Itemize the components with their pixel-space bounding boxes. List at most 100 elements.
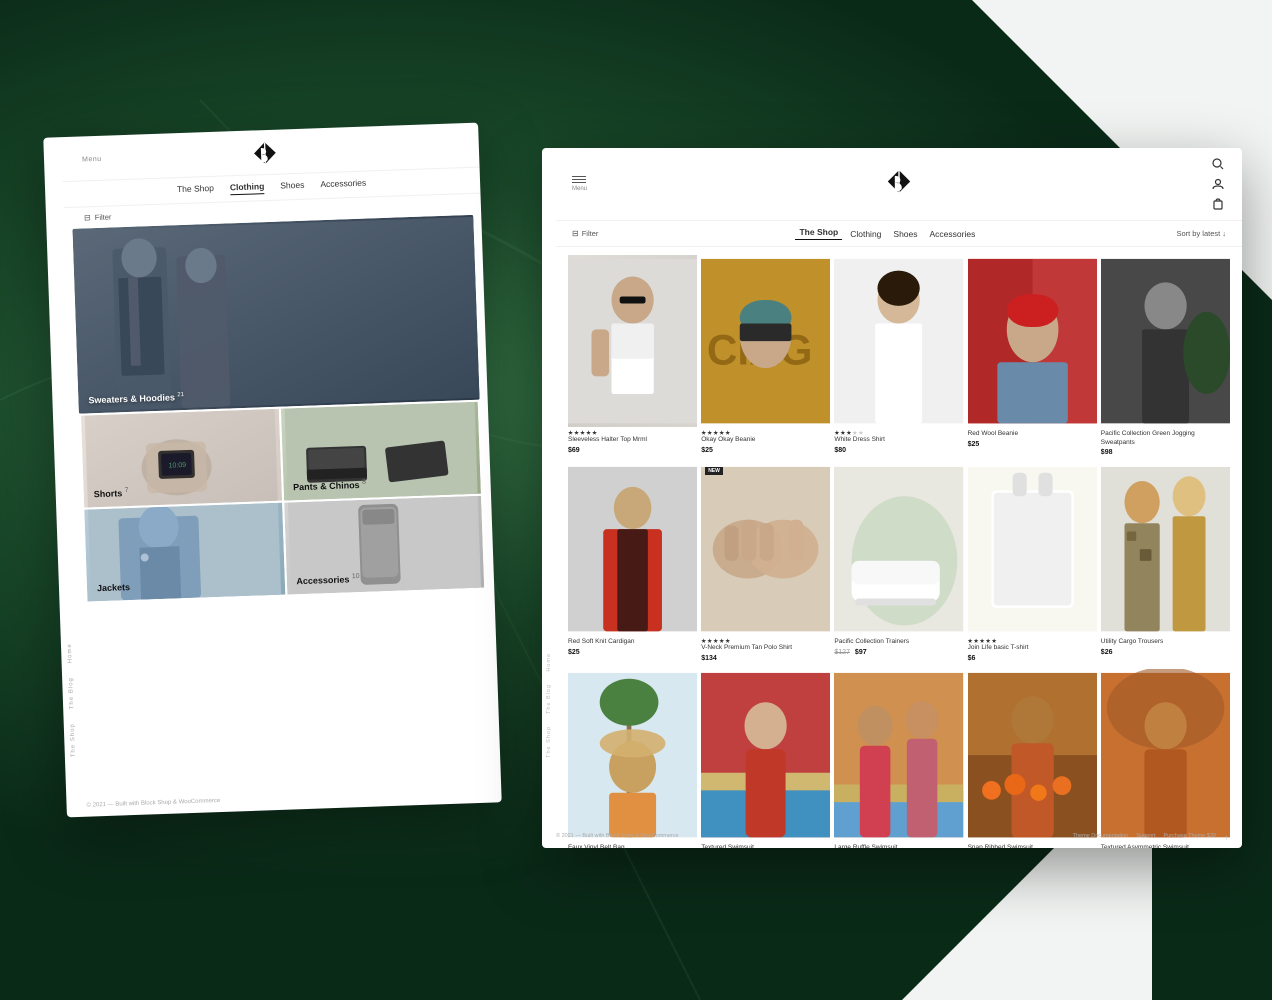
- sidebar-item-shop-left[interactable]: The Shop: [70, 723, 77, 757]
- product-name-10: Utility Cargo Trousers: [1101, 638, 1230, 646]
- product-name-9: Join Life basic T-shirt: [968, 644, 1097, 652]
- menu-label-right[interactable]: Menu: [572, 176, 587, 192]
- product-price-7: $134: [701, 655, 830, 662]
- nav-shoes-right[interactable]: Shoes: [889, 229, 921, 239]
- sidebar-shop-right[interactable]: The Shop: [546, 726, 552, 758]
- product-image-7: NEW: [701, 463, 830, 635]
- right-footer-left: © 2021 — Built with Block Shop & WooComm…: [556, 833, 679, 842]
- nav-shop-right[interactable]: The Shop: [795, 227, 842, 240]
- right-nav: ⊟ Filter The Shop Clothing Shoes Accesso…: [556, 221, 1242, 247]
- product-name-3: White Dress Shirt: [834, 436, 963, 444]
- product-card-14[interactable]: Snap Ribbed Swimsuit $39: [968, 669, 1097, 848]
- product-image-4: [968, 255, 1097, 427]
- product-card-10[interactable]: Utility Cargo Trousers $26: [1101, 463, 1230, 665]
- right-footer-links: Theme Documentation Support Purchase The…: [1073, 833, 1228, 842]
- right-footer: © 2021 — Built with Block Shop & WooComm…: [556, 833, 1228, 842]
- product-name-8: Pacific Collection Trainers: [834, 638, 963, 646]
- product-price-2: $25: [701, 447, 830, 454]
- nav-shoes-left[interactable]: Shoes: [280, 180, 305, 194]
- left-window: Home The Blog The Shop Menu The Shop Clo…: [43, 123, 501, 818]
- sidebar-item-home: Home: [67, 643, 74, 663]
- sort-chevron-icon: ↓: [1222, 229, 1226, 238]
- product-card-11[interactable]: Faux Vinyl Belt Bag $13: [568, 669, 697, 848]
- hero-image-left: Sweaters & Hoodies 21: [72, 215, 479, 414]
- new-badge-7: NEW: [705, 467, 723, 475]
- product-image-2: CIAG: [701, 255, 830, 427]
- product-card-12[interactable]: Textured Swimsuit $59: [701, 669, 830, 848]
- menu-line-3: [572, 182, 586, 183]
- search-icon[interactable]: [1210, 156, 1226, 172]
- product-price-6: $25: [568, 649, 697, 656]
- filter-label-left: Filter: [95, 212, 112, 222]
- product-image-8: [834, 463, 963, 635]
- account-icon[interactable]: [1210, 176, 1226, 192]
- filter-icon-right: ⊟: [572, 229, 579, 238]
- product-card-6[interactable]: Red Soft Knit Cardigan $25: [568, 463, 697, 665]
- logo-right: [885, 168, 913, 201]
- product-name-1: Sleeveless Halter Top Mrml: [568, 436, 697, 444]
- menu-text-right: Menu: [572, 186, 587, 192]
- product-card-2[interactable]: CIAG Okay Okay Beanie $25: [701, 255, 830, 459]
- footer-theme-docs[interactable]: Theme Documentation: [1073, 833, 1129, 842]
- product-stars-7: [701, 638, 830, 643]
- filter-right[interactable]: ⊟ Filter: [572, 229, 598, 238]
- product-info-4: Red Wool Beanie $25: [968, 427, 1097, 450]
- cart-icon[interactable]: [1210, 196, 1226, 212]
- product-stars-2: [701, 430, 830, 435]
- product-image-9: [968, 463, 1097, 635]
- product-name-4: Red Wool Beanie: [968, 430, 1097, 438]
- product-name-15: Textured Asymmetric Swimsuit: [1101, 844, 1230, 848]
- nav-clothing-left[interactable]: Clothing: [230, 181, 265, 195]
- category-accessories[interactable]: Accessories 10: [284, 496, 485, 595]
- product-card-8[interactable]: Pacific Collection Trainers $127 $97: [834, 463, 963, 665]
- logo-left: [101, 134, 429, 171]
- sidebar-item-blog: The Blog: [68, 677, 75, 709]
- product-info-14: Snap Ribbed Swimsuit $39: [968, 841, 1097, 848]
- product-info-7: V-Neck Premium Tan Polo Shirt $134: [701, 635, 830, 664]
- logo-icon-right: [885, 168, 913, 196]
- product-image-5: [1101, 255, 1230, 427]
- hero-svg: [72, 215, 479, 414]
- product-name-14: Snap Ribbed Swimsuit: [968, 844, 1097, 848]
- product-card-15[interactable]: Textured Asymmetric Swimsuit $25: [1101, 669, 1230, 848]
- nav-accessories-left[interactable]: Accessories: [320, 178, 366, 193]
- product-card-3[interactable]: White Dress Shirt $80: [834, 255, 963, 459]
- product-stars-1: [568, 430, 697, 435]
- product-card-5[interactable]: Pacific Collection Green Jogging Sweatpa…: [1101, 255, 1230, 459]
- product-price-1: $69: [568, 447, 697, 454]
- sort-by-dropdown[interactable]: Sort by latest ↓: [1176, 229, 1226, 238]
- sidebar-blog-right: The Blog: [546, 684, 552, 714]
- product-info-11: Faux Vinyl Belt Bag $13: [568, 841, 697, 848]
- right-header: Menu: [556, 148, 1242, 221]
- product-card-9[interactable]: Join Life basic T-shirt $6: [968, 463, 1097, 665]
- product-info-1: Sleeveless Halter Top Mrml $69: [568, 427, 697, 456]
- nav-accessories-right[interactable]: Accessories: [926, 229, 980, 239]
- product-image-6: [568, 463, 697, 635]
- cat-jackets-label: Jackets: [97, 582, 130, 593]
- product-price-4: $25: [968, 441, 1097, 448]
- product-card-7[interactable]: NEW V-Neck Premium Tan Polo Shirt $134: [701, 463, 830, 665]
- filter-label-right: Filter: [582, 229, 599, 238]
- product-card-13[interactable]: Large Ruffle Swimsuit $39: [834, 669, 963, 848]
- product-name-6: Red Soft Knit Cardigan: [568, 638, 697, 646]
- nav-the-shop-left[interactable]: The Shop: [177, 183, 214, 197]
- footer-scroll-top-icon[interactable]: ↑: [1224, 833, 1228, 842]
- product-image-14: [968, 669, 1097, 841]
- product-image-1: [568, 255, 697, 427]
- product-price-5: $98: [1101, 449, 1230, 456]
- svg-text:10:09: 10:09: [168, 462, 186, 470]
- footer-support[interactable]: Support: [1136, 833, 1155, 842]
- footer-purchase[interactable]: Purchase Theme $39: [1164, 833, 1217, 842]
- product-price-10: $26: [1101, 649, 1230, 656]
- product-card-1[interactable]: Sleeveless Halter Top Mrml $69: [568, 255, 697, 459]
- sort-label: Sort by latest: [1176, 229, 1220, 238]
- category-shorts[interactable]: 10:09 Shorts 7: [81, 409, 282, 508]
- menu-label-left[interactable]: Menu: [82, 155, 102, 163]
- category-jackets[interactable]: Jackets: [84, 503, 285, 602]
- menu-line-2: [572, 179, 586, 180]
- product-card-4[interactable]: Red Wool Beanie $25: [968, 255, 1097, 459]
- right-header-icons: [1210, 156, 1226, 212]
- nav-clothing-right[interactable]: Clothing: [846, 229, 885, 239]
- product-price-8: $127 $97: [834, 649, 963, 656]
- category-pants[interactable]: Pants & Chinos 8: [280, 402, 481, 501]
